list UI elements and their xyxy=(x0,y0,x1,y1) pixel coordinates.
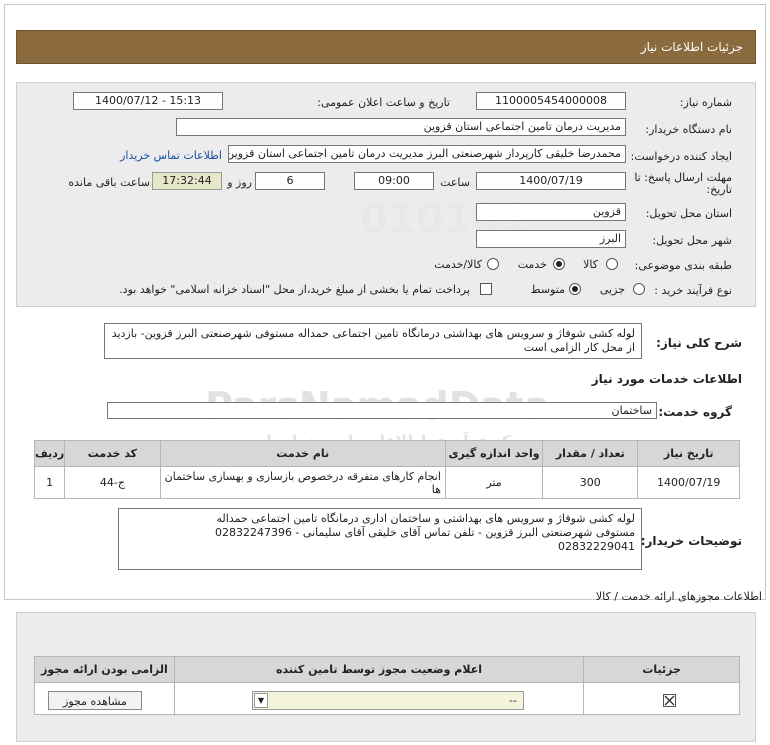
buyer-contact-link[interactable]: اطلاعات تماس خریدار xyxy=(120,149,222,162)
col-index: ردیف xyxy=(33,440,66,467)
process-option-medium: متوسط xyxy=(530,283,565,296)
permits-section-title: اطلاعات مجوزهای ارائه خدمت / کالا xyxy=(595,590,762,603)
permit-required-checkbox xyxy=(663,694,676,707)
buyer-notes-box: لوله کشی شوفاژ و سرویس های بهداشتی و ساخ… xyxy=(118,508,642,570)
permit-status-select[interactable]: -- ▼ xyxy=(252,691,524,710)
cell-qty: 300 xyxy=(542,466,639,499)
category-option-goods-service: کالا/خدمت xyxy=(434,258,482,271)
process-radio-minor[interactable] xyxy=(633,283,645,295)
buyer-notes-line-3: 02832229041 xyxy=(558,540,635,553)
creator-field: محمدرضا خلیقی کارپرداز شهرصنعتی البرز مد… xyxy=(228,145,626,163)
city-label: شهر محل تحویل: xyxy=(652,234,732,247)
summary-text: لوله کشی شوفاژ و سرویس های بهداشتی درمان… xyxy=(104,323,642,359)
buyer-notes-label: توضیحات خریدار: xyxy=(640,534,742,548)
col-code: کد خدمت xyxy=(64,440,161,467)
remaining-time-label: ساعت باقی مانده xyxy=(68,176,150,189)
creator-label: ایجاد کننده درخواست: xyxy=(630,150,732,163)
deadline-date-field: 1400/07/19 xyxy=(476,172,626,190)
process-option-minor: جزیی xyxy=(599,283,625,296)
buyer-label: نام دستگاه خریدار: xyxy=(645,123,732,136)
table-row: 1400/07/19 300 متر انجام کارهای متفرقه د… xyxy=(33,466,740,499)
category-radio-service[interactable] xyxy=(553,258,565,270)
buyer-field: مدیریت درمان تامین اجتماعی استان قزوین xyxy=(176,118,626,136)
cross-icon xyxy=(664,695,675,706)
announce-field: 1400/07/12 - 15:13 xyxy=(73,92,223,110)
days-field: 6 xyxy=(255,172,325,190)
buyer-notes-line-1: لوله کشی شوفاژ و سرویس های بهداشتی و ساخ… xyxy=(216,512,635,525)
remaining-time-field: 17:32:44 xyxy=(152,172,222,190)
permit-col-status: اعلام وضعیت مجوز توسط تامین کننده xyxy=(173,656,585,683)
chevron-down-icon: ▼ xyxy=(254,693,268,708)
services-table: تاریخ نیاز تعداد / مقدار واحد اندازه گیر… xyxy=(33,440,740,499)
treasury-payment-note: پرداخت تمام یا بخشی از مبلغ خرید،از محل … xyxy=(119,283,470,296)
deadline-time-field: 09:00 xyxy=(354,172,434,190)
summary-label: شرح کلی نیاز: xyxy=(656,336,742,350)
need-number-label: شماره نیاز: xyxy=(679,96,732,109)
cell-date: 1400/07/19 xyxy=(637,466,740,499)
cell-name: انجام کارهای متفرقه درخصوص بازسازی و بهس… xyxy=(159,466,446,499)
buyer-notes-line-2: مستوفی شهرصنعتی البرز قزوین - تلفن تماس … xyxy=(214,526,635,539)
province-field: قزوین xyxy=(476,203,626,221)
permit-cell-details xyxy=(583,682,740,715)
deadline-label-date: تاریخ: xyxy=(706,183,732,196)
permit-col-details: جزئیات xyxy=(583,656,740,683)
services-section-title: اطلاعات خدمات مورد نیاز xyxy=(591,372,742,386)
col-unit: واحد اندازه گیری xyxy=(444,440,544,467)
category-label: طبقه بندی موضوعی: xyxy=(634,259,732,272)
cell-code: ج-44 xyxy=(64,466,161,499)
col-date: تاریخ نیاز xyxy=(637,440,740,467)
view-permit-button[interactable]: مشاهده مجوز xyxy=(48,691,142,710)
col-qty: تعداد / مقدار xyxy=(542,440,639,467)
page-title: جزئیات اطلاعات نیاز xyxy=(640,40,743,54)
city-field: البرز xyxy=(476,230,626,248)
need-details-panel xyxy=(16,82,756,307)
service-group-label: گروه خدمت: xyxy=(658,405,732,419)
category-radio-goods-service[interactable] xyxy=(487,258,499,270)
services-table-header: تاریخ نیاز تعداد / مقدار واحد اندازه گیر… xyxy=(33,440,740,467)
col-name: نام خدمت xyxy=(159,440,446,467)
category-radio-goods[interactable] xyxy=(606,258,618,270)
announce-label: تاریخ و ساعت اعلان عمومی: xyxy=(317,96,450,109)
days-label: روز و xyxy=(227,176,252,189)
category-option-service: خدمت xyxy=(517,258,547,271)
deadline-time-label: ساعت xyxy=(440,176,470,189)
category-option-goods: کالا xyxy=(583,258,598,271)
permit-status-value: -- xyxy=(509,694,517,707)
treasury-payment-checkbox[interactable] xyxy=(480,283,492,295)
permit-col-required: الزامی بودن ارائه مجوز xyxy=(34,656,175,683)
header-bar: جزئیات اطلاعات نیاز xyxy=(16,30,756,64)
permits-table-header: جزئیات اعلام وضعیت مجوز توسط تامین کننده… xyxy=(34,656,740,683)
cell-index: 1 xyxy=(33,466,66,499)
process-radio-medium[interactable] xyxy=(569,283,581,295)
need-number-field: 1100005454000008 xyxy=(476,92,626,110)
province-label: استان محل تحویل: xyxy=(645,207,732,220)
process-label: نوع فرآیند خرید : xyxy=(654,284,732,297)
cell-unit: متر xyxy=(444,466,544,499)
service-group-field: ساختمان xyxy=(107,402,657,419)
